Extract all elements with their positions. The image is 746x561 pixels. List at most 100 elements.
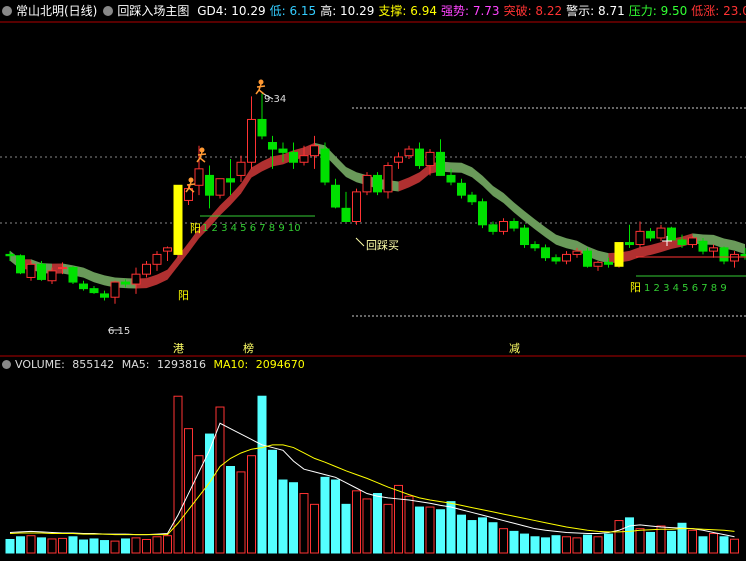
volume-bar xyxy=(709,533,718,554)
ribbon-segment xyxy=(251,161,262,178)
pullback-arrow xyxy=(355,237,365,247)
volume-bar xyxy=(383,503,393,554)
volume-bar xyxy=(457,514,466,554)
candle-body xyxy=(173,184,183,255)
ribbon-segment xyxy=(535,219,546,238)
price-volume-chart[interactable]: 6.159.34回踩买阳阳阳港榜减1 2 3 4 5 6 7 8 9 101 2… xyxy=(0,0,746,561)
volume-bar xyxy=(142,538,151,554)
candle-body xyxy=(551,257,561,262)
volume-bar xyxy=(635,528,645,554)
volume-bar xyxy=(341,503,351,554)
candle-body xyxy=(68,267,78,283)
volume-bar xyxy=(625,517,634,554)
runner-icon xyxy=(255,83,266,95)
volume-bar xyxy=(478,517,487,554)
ribbon-segment xyxy=(514,202,525,222)
candle-body xyxy=(404,148,414,157)
candle-body xyxy=(509,221,519,229)
candle-body xyxy=(583,250,592,267)
ribbon-segment xyxy=(272,154,283,167)
event-tag: 港 xyxy=(173,342,184,355)
ribbon-segment xyxy=(398,177,409,192)
candle-body xyxy=(530,244,540,249)
volume-bar xyxy=(194,455,204,554)
day-counter: 1 2 3 4 5 6 7 8 9 10 xyxy=(202,223,301,234)
candle-body xyxy=(121,281,130,285)
volume-bar xyxy=(541,537,550,554)
ribbon-segment xyxy=(83,267,94,283)
candle-body xyxy=(457,182,466,196)
volume-bar xyxy=(289,482,298,554)
ribbon-segment xyxy=(220,195,231,216)
ribbon-segment xyxy=(503,193,514,213)
candle-body xyxy=(79,283,88,290)
candle-body xyxy=(625,242,634,246)
volume-bar xyxy=(89,538,99,554)
yang-label: 阳 xyxy=(178,289,189,302)
ribbon-segment xyxy=(230,183,241,206)
ribbon-segment xyxy=(556,234,567,249)
candle-body xyxy=(572,250,582,255)
ribbon-segment xyxy=(451,162,462,173)
candle-body xyxy=(478,201,487,226)
volume-bar xyxy=(163,535,172,554)
candle-body xyxy=(646,230,655,239)
candle-body xyxy=(5,253,15,257)
trend-ribbon xyxy=(10,142,745,289)
candle-body xyxy=(730,253,739,262)
candle-body xyxy=(394,156,403,163)
candle-body xyxy=(383,165,393,193)
ribbon-segment xyxy=(482,175,493,197)
volume-bar xyxy=(551,535,561,554)
candle-body xyxy=(89,288,99,294)
candle-body xyxy=(688,237,697,246)
volume-bar xyxy=(446,501,456,554)
candle-body xyxy=(131,273,141,285)
volume-bar xyxy=(121,538,130,554)
volume-bar xyxy=(100,540,109,554)
ribbon-segment xyxy=(598,250,609,264)
candle-body xyxy=(541,247,550,259)
volume-bar xyxy=(730,538,739,554)
annotations: 6.159.34回踩买阳阳阳港榜减1 2 3 4 5 6 7 8 9 101 2… xyxy=(108,79,746,355)
runner-icon xyxy=(199,147,205,153)
candle-body xyxy=(26,263,36,278)
yang-label: 阳 xyxy=(630,281,641,294)
candle-body xyxy=(593,261,603,267)
ribbon-segment xyxy=(472,167,483,186)
candle-body xyxy=(58,267,67,270)
volume-bar xyxy=(173,395,183,554)
ribbon-segment xyxy=(734,240,745,255)
candle-body xyxy=(278,148,288,153)
volume-bar xyxy=(236,471,246,554)
ribbon-segment xyxy=(157,269,168,285)
candle-body xyxy=(310,145,319,157)
candle-body xyxy=(614,242,624,267)
candle-body xyxy=(247,118,256,163)
volume-bar xyxy=(604,533,613,554)
volume-bar xyxy=(110,540,120,554)
low-price-label: 6.15 xyxy=(108,326,130,337)
volume-bar xyxy=(404,495,414,554)
volume-bar xyxy=(215,406,225,554)
volume-bar xyxy=(362,498,372,554)
candle-body xyxy=(362,174,372,193)
volume-bar xyxy=(26,535,36,554)
runner-icon xyxy=(258,79,264,85)
volume-bar xyxy=(415,506,424,554)
candle-body xyxy=(352,191,361,222)
yang-label: 阳 xyxy=(190,222,201,235)
candle-body xyxy=(236,161,246,176)
volume-bar xyxy=(646,531,655,554)
candle-body xyxy=(163,247,172,252)
volume-bar xyxy=(656,525,666,554)
ribbon-segment xyxy=(409,172,420,188)
volume-bar xyxy=(572,537,582,554)
volume-bar xyxy=(247,455,256,554)
volume-bar xyxy=(79,539,88,554)
volume-bar xyxy=(583,534,592,554)
volume-bar xyxy=(37,537,46,554)
volume-bar xyxy=(205,433,214,554)
volume-bar xyxy=(509,530,519,554)
candle-body xyxy=(436,151,445,176)
